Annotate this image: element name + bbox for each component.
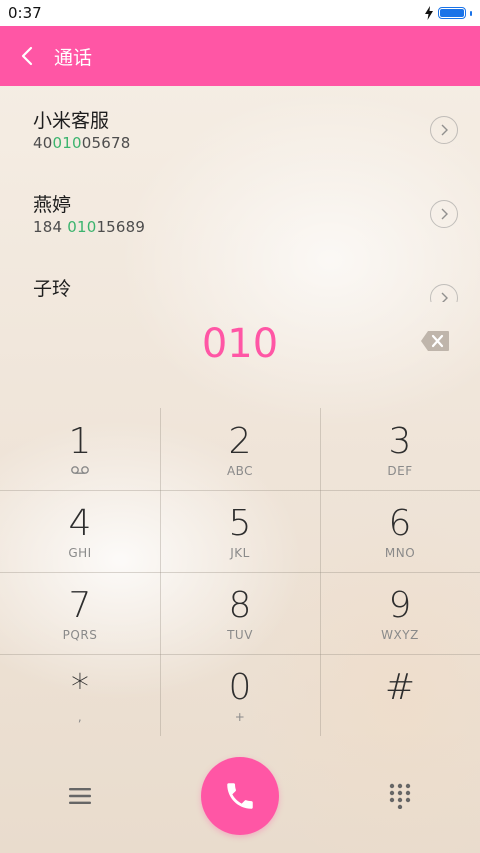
key-letters: , [77, 710, 83, 724]
dialpad-icon [389, 783, 411, 809]
key-letters: TUV [227, 628, 253, 642]
status-bar: 0:37 [0, 0, 480, 26]
key-digit: 1 [68, 421, 92, 462]
number-suffix: 05678 [81, 134, 131, 152]
dialed-number: 010 [201, 321, 279, 367]
key-letters: JKL [230, 546, 250, 560]
menu-button[interactable] [60, 776, 100, 816]
key-digit: 9 [388, 585, 412, 626]
app-bar: 通话 [0, 26, 480, 86]
backspace-icon [421, 331, 449, 351]
key-letters: GHI [68, 546, 92, 560]
contact-number: 4001005678 [33, 134, 130, 152]
key-6[interactable]: 6 MNO [320, 490, 480, 572]
key-digit: * [71, 667, 89, 708]
menu-icon [69, 788, 91, 804]
key-hash[interactable]: # [320, 654, 480, 736]
key-digit: 7 [68, 585, 92, 626]
contact-detail-button[interactable] [430, 200, 458, 228]
key-5[interactable]: 5 JKL [160, 490, 320, 572]
contact-detail-button[interactable] [430, 284, 458, 302]
key-digit: 5 [228, 503, 252, 544]
key-digit: 3 [388, 421, 412, 462]
battery-cap [470, 10, 472, 16]
key-digit: 0 [228, 667, 252, 708]
key-digit: 2 [228, 421, 252, 462]
backspace-button[interactable] [420, 330, 450, 352]
battery-icon [438, 7, 466, 19]
key-letters: MNO [384, 546, 416, 560]
contact-row[interactable]: 子玲 [0, 256, 480, 302]
phone-icon [227, 783, 253, 809]
dialpad-toggle-button[interactable] [380, 776, 420, 816]
number-match: 010 [52, 134, 82, 152]
contact-number: 184 01015689 [33, 218, 145, 236]
status-time: 0:37 [8, 4, 42, 22]
status-indicators [424, 6, 472, 20]
key-letters: WXYZ [381, 628, 419, 642]
page-title: 通话 [54, 46, 93, 69]
key-digit: 6 [388, 503, 412, 544]
voicemail-icon [0, 464, 160, 478]
back-button[interactable] [0, 26, 54, 86]
key-0[interactable]: 0 + [160, 654, 320, 736]
dial-keypad: 1 2 ABC 3 DEF 4 GHI 5 JKL 6 MNO 7 PQRS 8… [0, 408, 480, 736]
contact-name: 小米客服 [33, 110, 110, 132]
number-match: 010 [67, 218, 97, 236]
contact-row[interactable]: 燕婷 184 01015689 [0, 172, 480, 256]
key-3[interactable]: 3 DEF [320, 408, 480, 490]
contact-detail-button[interactable] [430, 116, 458, 144]
contact-name: 子玲 [33, 278, 72, 300]
chevron-right-icon [441, 124, 448, 136]
key-star[interactable]: * , [0, 654, 160, 736]
contact-name: 燕婷 [33, 194, 72, 216]
key-letters: + [234, 710, 246, 724]
key-4[interactable]: 4 GHI [0, 490, 160, 572]
call-button[interactable] [201, 757, 279, 835]
bottom-action-bar [0, 750, 480, 840]
key-9[interactable]: 9 WXYZ [320, 572, 480, 654]
key-1[interactable]: 1 [0, 408, 160, 490]
key-digit: # [384, 667, 416, 708]
key-letters: DEF [387, 464, 413, 478]
key-digit: 8 [228, 585, 252, 626]
key-digit: 4 [68, 503, 92, 544]
key-2[interactable]: 2 ABC [160, 408, 320, 490]
contact-suggestion-list: 小米客服 4001005678 燕婷 184 01015689 子玲 [0, 88, 480, 302]
contact-row[interactable]: 小米客服 4001005678 [0, 88, 480, 172]
number-suffix: 15689 [96, 218, 146, 236]
chevron-right-icon [441, 208, 448, 220]
number-prefix: 40 [33, 134, 53, 152]
key-letters: PQRS [62, 628, 98, 642]
lightning-icon [425, 6, 433, 20]
number-prefix: 184 [33, 218, 68, 236]
key-7[interactable]: 7 PQRS [0, 572, 160, 654]
chevron-left-icon [21, 46, 33, 66]
key-letters: ABC [226, 464, 254, 478]
chevron-right-icon [441, 292, 448, 302]
key-8[interactable]: 8 TUV [160, 572, 320, 654]
